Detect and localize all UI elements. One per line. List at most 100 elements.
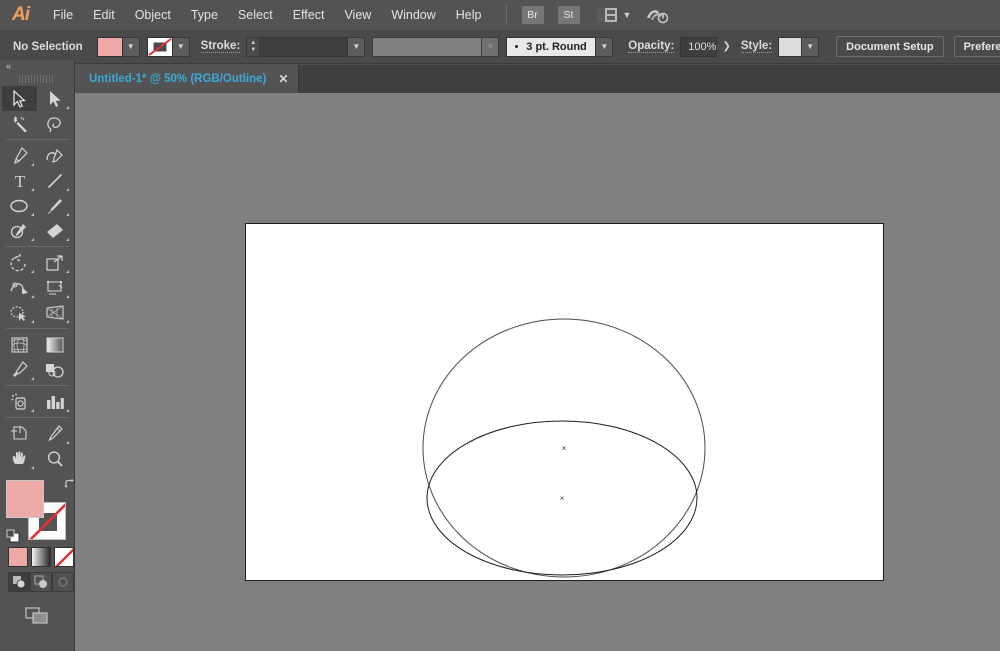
artwork-outline-view: × ×	[422, 318, 706, 578]
direct-selection-tool[interactable]	[37, 86, 72, 111]
zoom-tool[interactable]	[37, 446, 72, 471]
tools-separator	[6, 328, 68, 329]
tool-flyout-indicator	[31, 295, 34, 298]
document-tab[interactable]: Untitled-1* @ 50% (RGB/Outline) ✕	[75, 65, 300, 93]
ellipse-tool[interactable]	[2, 193, 37, 218]
gradient-mode-button[interactable]	[31, 547, 51, 567]
tool-flyout-indicator	[31, 213, 34, 216]
gradient-tool[interactable]	[37, 332, 72, 357]
screen-mode-control[interactable]	[0, 606, 74, 626]
stroke-weight-control[interactable]: ▲ ▼ ▼	[246, 36, 366, 57]
pen-tool[interactable]	[2, 143, 37, 168]
free-transform-tool[interactable]	[37, 275, 72, 300]
blend-tool[interactable]	[37, 357, 72, 382]
graphic-style-control[interactable]: ▼	[778, 36, 820, 57]
tools-group-transform	[2, 250, 72, 325]
fill-color-control[interactable]: ▼	[96, 36, 140, 57]
artboard-tool[interactable]	[2, 421, 37, 446]
brush-definition-control[interactable]: 3 pt. Round ▼	[506, 36, 614, 57]
width-tool[interactable]	[2, 275, 37, 300]
menu-item-edit[interactable]: Edit	[83, 0, 125, 30]
line-segment-tool[interactable]	[37, 168, 72, 193]
stock-button[interactable]: St	[557, 6, 580, 24]
paintbrush-tool[interactable]	[37, 193, 72, 218]
eyedropper-tool[interactable]	[2, 357, 37, 382]
scale-tool[interactable]	[37, 250, 72, 275]
tools-panel-grip[interactable]	[19, 75, 55, 83]
bridge-button[interactable]: Br	[521, 6, 544, 24]
stroke-dropdown-arrow[interactable]: ▼	[172, 36, 190, 57]
menu-item-type[interactable]: Type	[181, 0, 228, 30]
default-fill-stroke-icon[interactable]	[6, 529, 20, 543]
fill-dropdown-arrow[interactable]: ▼	[122, 36, 140, 57]
close-icon[interactable]: ✕	[278, 72, 288, 86]
tool-flyout-indicator	[66, 295, 69, 298]
shaper-tool[interactable]	[2, 218, 37, 243]
symbol-sprayer-tool[interactable]	[2, 389, 37, 414]
menu-item-help[interactable]: Help	[446, 0, 492, 30]
stroke-weight-dropdown-arrow[interactable]: ▼	[348, 36, 366, 57]
stroke-weight-label[interactable]: Stroke:	[200, 40, 241, 53]
column-graph-tool[interactable]	[37, 389, 72, 414]
lasso-tool[interactable]	[37, 111, 72, 136]
hand-tool[interactable]	[2, 446, 37, 471]
slice-tool[interactable]	[37, 421, 72, 446]
draw-inside-button[interactable]	[52, 572, 74, 592]
variable-width-profile-control[interactable]: ▼	[372, 36, 500, 57]
brush-definition-dropdown-arrow[interactable]: ▼	[596, 36, 614, 57]
opacity-value: 100%	[688, 40, 717, 53]
graphic-style-swatch[interactable]	[778, 36, 803, 57]
stroke-color-control[interactable]: ▼	[146, 36, 190, 57]
menu-item-effect[interactable]: Effect	[283, 0, 335, 30]
stroke-weight-input[interactable]	[260, 36, 349, 57]
tools-panel-header: «	[0, 60, 74, 74]
tool-flyout-indicator	[31, 320, 34, 323]
creative-cloud-icon[interactable]	[645, 5, 669, 25]
none-mode-button[interactable]	[54, 547, 74, 567]
color-mode-buttons	[8, 547, 74, 567]
magic-wand-tool[interactable]	[2, 111, 37, 136]
curvature-tool[interactable]	[37, 143, 72, 168]
eraser-tool[interactable]	[37, 218, 72, 243]
opacity-label[interactable]: Opacity:	[628, 40, 675, 53]
selection-tool[interactable]	[2, 86, 37, 111]
color-mode-button[interactable]	[8, 547, 28, 567]
stroke-weight-stepper[interactable]: ▲ ▼	[246, 36, 261, 57]
tool-flyout-indicator	[31, 270, 34, 273]
workspace-switcher[interactable]: ▼	[596, 8, 631, 22]
document-tab-bar: Untitled-1* @ 50% (RGB/Outline) ✕	[75, 65, 1000, 93]
document-setup-button[interactable]: Document Setup	[836, 36, 944, 57]
opacity-input[interactable]: 100%	[680, 36, 718, 57]
tool-flyout-indicator	[66, 441, 69, 444]
canvas-area[interactable]: × ×	[75, 93, 1000, 651]
circle-center-marker: ×	[562, 444, 567, 453]
preferences-button[interactable]: Preferences	[953, 36, 1000, 57]
type-tool[interactable]: T	[2, 168, 37, 193]
menu-item-window[interactable]: Window	[381, 0, 445, 30]
tools-group-symbols	[2, 389, 72, 414]
menu-divider	[505, 5, 507, 25]
variable-width-profile-input[interactable]	[372, 36, 483, 57]
shape-builder-tool[interactable]	[2, 300, 37, 325]
tool-flyout-indicator	[66, 213, 69, 216]
draw-normal-button[interactable]	[8, 572, 30, 592]
style-label[interactable]: Style:	[740, 40, 773, 53]
collapse-panel-icon[interactable]: «	[6, 61, 11, 71]
rotate-tool[interactable]	[2, 250, 37, 275]
artboard[interactable]: × ×	[245, 223, 884, 581]
tools-separator	[6, 385, 68, 386]
menu-item-view[interactable]: View	[334, 0, 381, 30]
fill-swatch[interactable]	[96, 36, 123, 57]
fill-color-swatch[interactable]	[6, 480, 44, 518]
stroke-swatch-none[interactable]	[146, 36, 173, 57]
draw-behind-button[interactable]	[30, 572, 52, 592]
opacity-expand-arrow[interactable]: ❯	[722, 41, 730, 52]
perspective-grid-tool[interactable]	[37, 300, 72, 325]
variable-width-profile-dropdown-arrow[interactable]: ▼	[482, 36, 500, 57]
menu-item-file[interactable]: File	[43, 0, 83, 30]
brush-definition-input[interactable]: 3 pt. Round	[506, 36, 597, 57]
menu-item-select[interactable]: Select	[228, 0, 283, 30]
menu-item-object[interactable]: Object	[125, 0, 181, 30]
mesh-tool[interactable]	[2, 332, 37, 357]
graphic-style-dropdown-arrow[interactable]: ▼	[802, 36, 820, 57]
